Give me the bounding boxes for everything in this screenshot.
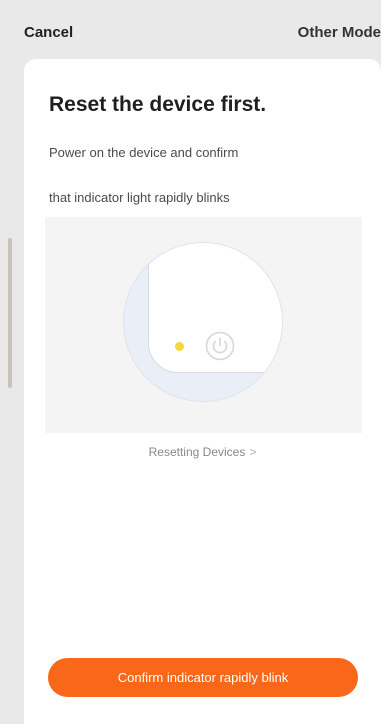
indicator-light-icon (175, 342, 184, 351)
chevron-right-icon: > (249, 445, 257, 459)
other-mode-button[interactable]: Other Mode (298, 24, 381, 41)
reset-device-card: Reset the device first. Power on the dev… (24, 59, 381, 724)
instruction-line-2: that indicator light rapidly blinks (49, 190, 230, 205)
device-illustration (45, 217, 362, 433)
resetting-devices-link[interactable]: Resetting Devices > (24, 445, 381, 459)
top-bar: Cancel Other Mode (0, 0, 381, 58)
confirm-blink-button[interactable]: Confirm indicator rapidly blink (48, 658, 358, 697)
device-body (148, 243, 282, 373)
instruction-line-1: Power on the device and confirm (49, 145, 239, 160)
background-page-edge (8, 238, 12, 388)
cancel-button[interactable]: Cancel (24, 24, 73, 41)
page-title: Reset the device first. (49, 93, 267, 116)
resetting-devices-label: Resetting Devices (148, 445, 246, 459)
power-icon (205, 331, 235, 361)
magnifier-ring (123, 242, 283, 402)
